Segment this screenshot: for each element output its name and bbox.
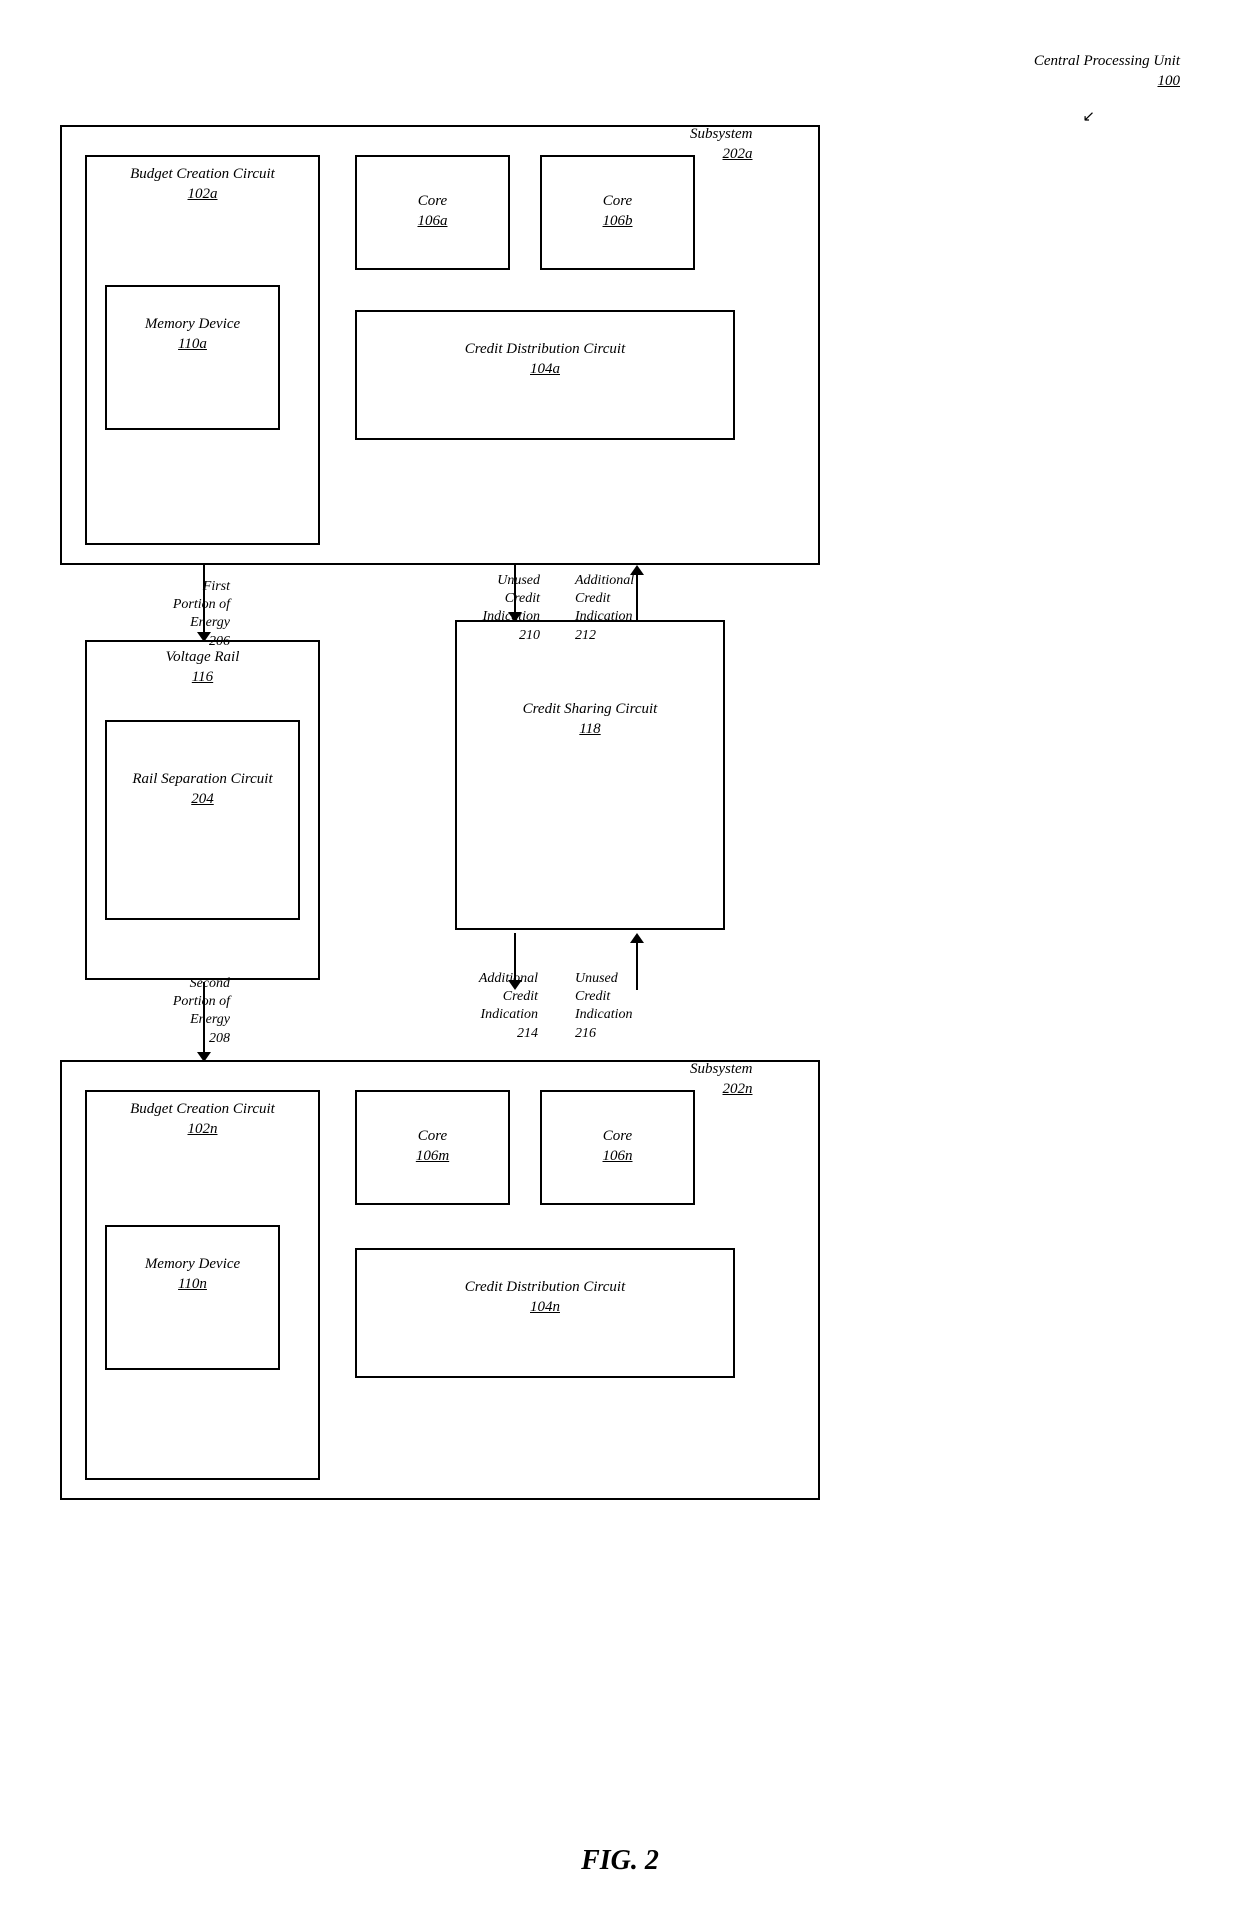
rail-sep-label: Rail Separation Circuit 204: [115, 770, 290, 809]
subsystem-a-label: Subsystem 202a: [690, 125, 753, 164]
rail-sep-box: [105, 720, 300, 920]
first-portion-arrow: [197, 565, 211, 642]
second-portion-label: SecondPortion ofEnergy 208: [100, 975, 230, 1048]
budget-circuit-a-label: Budget Creation Circuit 102a: [100, 165, 305, 204]
credit-dist-a-label: Credit Distribution Circuit 104a: [355, 340, 735, 379]
additional-212-arrow: [630, 565, 644, 622]
credit-sharing-label: Credit Sharing Circuit 118: [455, 700, 725, 739]
credit-dist-n-label: Credit Distribution Circuit 104n: [355, 1278, 735, 1317]
core-n-label: Core 106n: [540, 1127, 695, 1166]
subsystem-n-label: Subsystem 202n: [690, 1060, 753, 1099]
core-a-label: Core 106a: [355, 192, 510, 231]
unused-216-arrow: [630, 933, 644, 990]
cpu-label: Central Processing Unit 100: [1034, 52, 1180, 91]
memory-n-label: Memory Device 110n: [120, 1255, 265, 1294]
voltage-rail-label: Voltage Rail 116: [92, 648, 313, 687]
core-b-label: Core 106b: [540, 192, 695, 231]
credit-sharing-box: [455, 620, 725, 930]
figure-label: FIG. 2: [0, 1845, 1240, 1877]
core-m-label: Core 106m: [355, 1127, 510, 1166]
memory-a-box: [105, 285, 280, 430]
budget-circuit-n-label: Budget Creation Circuit 102n: [100, 1100, 305, 1139]
memory-n-box: [105, 1225, 280, 1370]
cpu-arrow: ↙: [1082, 107, 1095, 126]
additional-214-arrow: [508, 933, 522, 990]
unused-210-arrow: [508, 565, 522, 622]
memory-a-label: Memory Device 110a: [120, 315, 265, 354]
